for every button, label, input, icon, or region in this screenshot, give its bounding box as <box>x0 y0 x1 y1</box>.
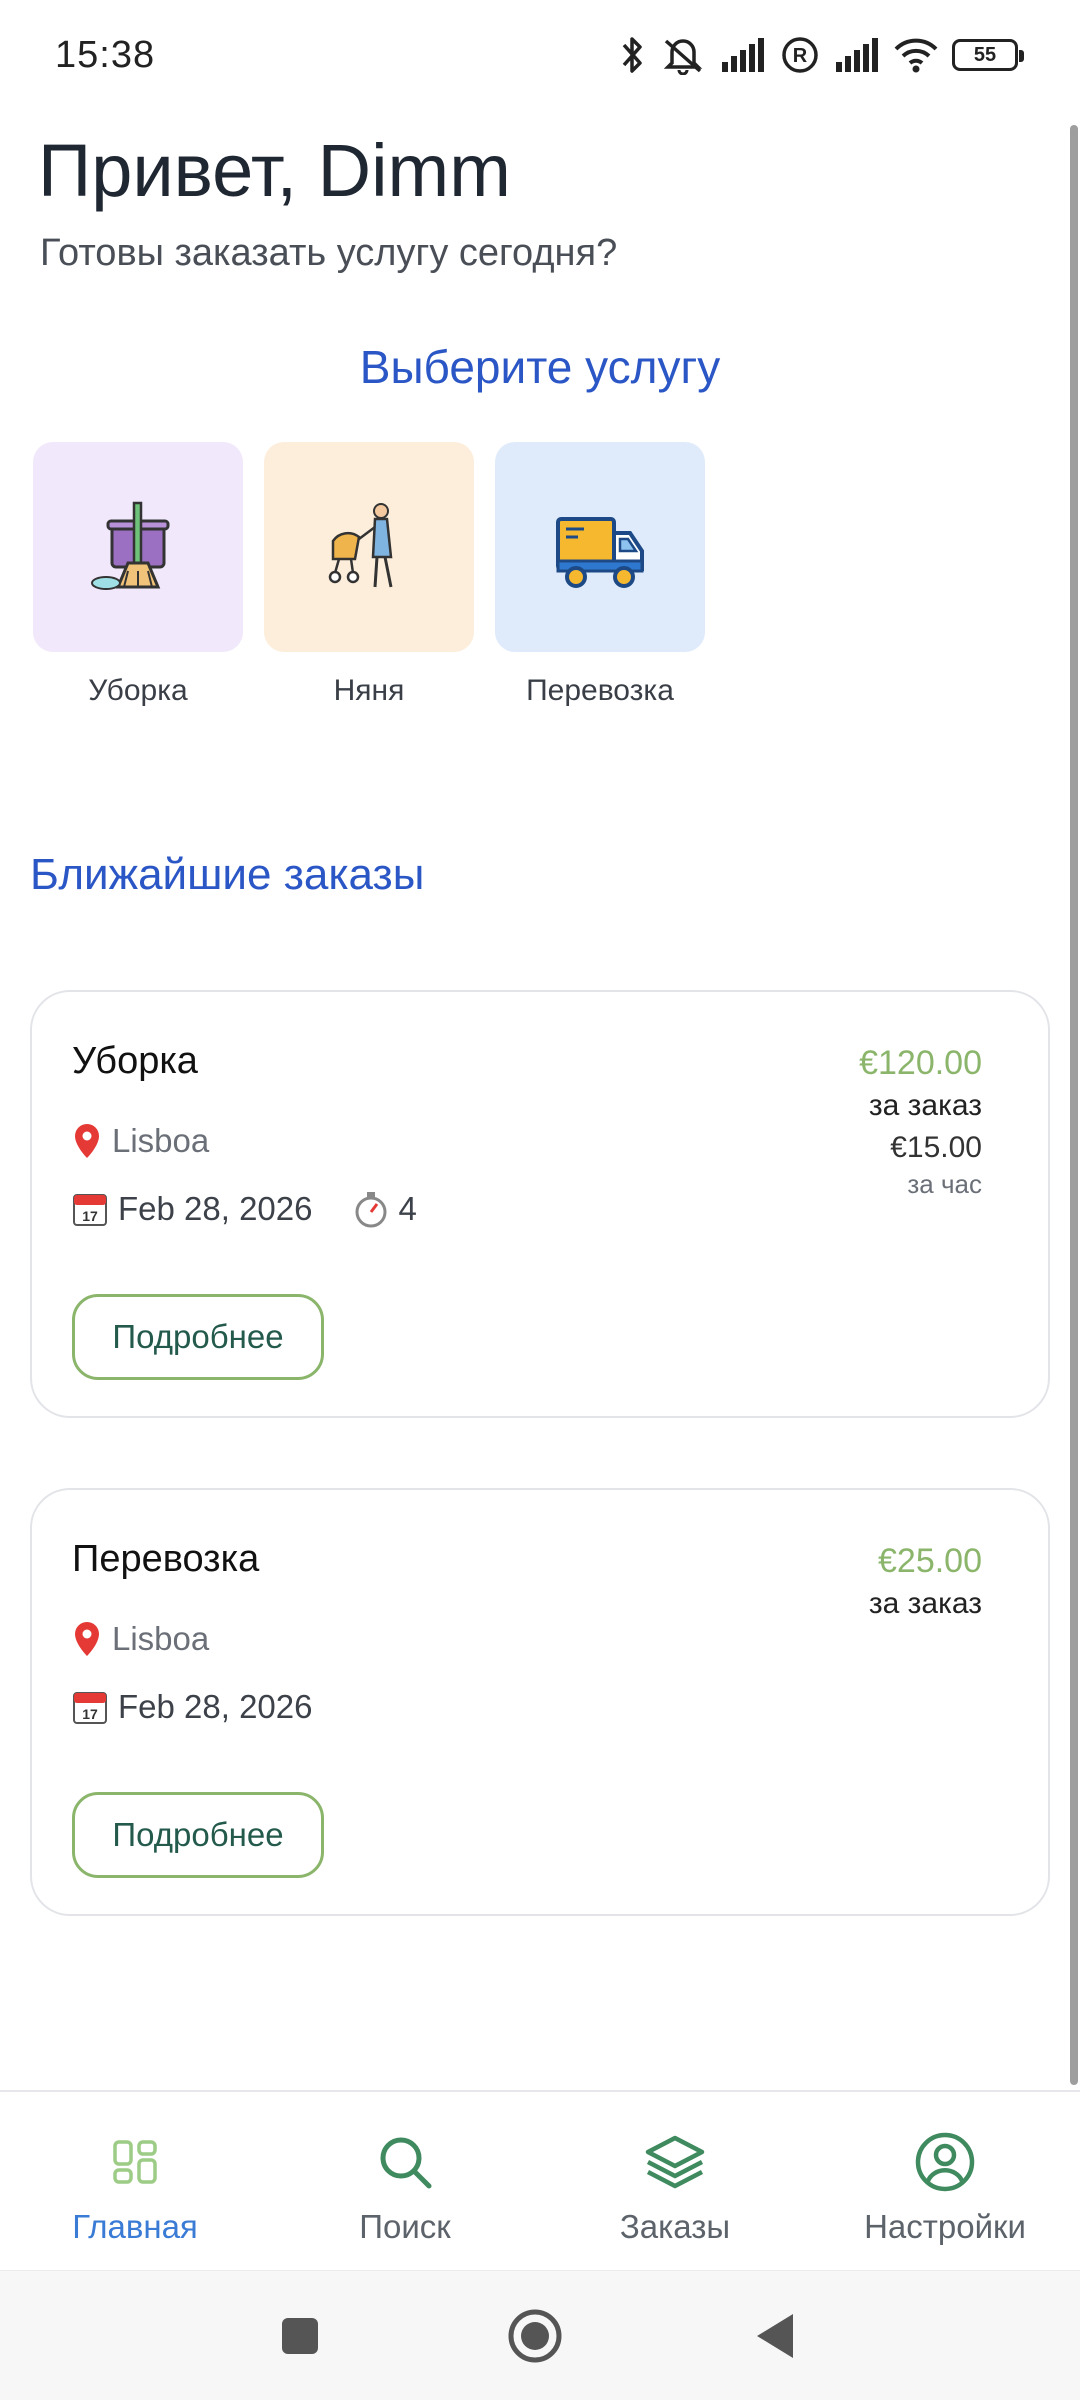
battery-level: 55 <box>973 43 997 66</box>
nanny-stroller-icon <box>328 503 393 588</box>
calendar-icon: 17 <box>73 1692 107 1724</box>
svg-text:17: 17 <box>82 1706 98 1722</box>
bottom-nav: Главная Поиск Заказы Настройки <box>0 2090 1080 2270</box>
order-price-label: за заказ <box>868 1089 982 1122</box>
grid-icon <box>113 2140 157 2184</box>
registered-icon: R <box>782 37 818 73</box>
nav-item-settings[interactable]: Настройки <box>810 2126 1080 2246</box>
circle-icon <box>508 2309 562 2363</box>
location-pin-icon <box>75 1124 99 1158</box>
order-hourly-label: за час <box>907 1169 982 1199</box>
order-date: Feb 28, 2026 <box>118 1190 313 1227</box>
order-price-block: €25.00 за заказ <box>869 1542 982 1621</box>
user-circle-icon <box>915 2132 975 2192</box>
battery-icon: 55 <box>952 39 1024 71</box>
orders-title: Ближайшие заказы <box>30 850 425 899</box>
wifi-icon <box>894 38 938 73</box>
order-price-label: за заказ <box>868 1587 982 1620</box>
service-tile[interactable] <box>495 442 705 652</box>
stopwatch-icon <box>355 1192 386 1228</box>
delivery-truck-icon <box>556 517 644 588</box>
location-pin-icon <box>75 1622 99 1656</box>
status-icons: R 55 <box>620 30 1024 80</box>
nav-label: Главная <box>72 2208 198 2245</box>
signal-icon <box>836 38 878 72</box>
search-icon <box>380 2137 432 2189</box>
status-bar: 15:38 R 55 <box>0 0 1080 110</box>
order-location-text: Lisboa <box>112 1122 210 1159</box>
layers-icon <box>645 2135 705 2189</box>
greeting-subtitle: Готовы заказать услугу сегодня? <box>40 232 618 274</box>
order-location: Lisboa <box>72 1122 209 1160</box>
service-tile[interactable] <box>264 442 474 652</box>
nav-item-home[interactable]: Главная <box>0 2126 270 2246</box>
order-date-row: 17 Feb 28, 2026 4 <box>72 1190 417 1228</box>
bell-off-icon <box>663 39 703 75</box>
signal-icon <box>722 38 764 72</box>
svg-text:R: R <box>793 45 808 67</box>
home-system-button[interactable] <box>505 2271 565 2400</box>
order-price: €120.00 <box>859 1044 982 1082</box>
details-button[interactable]: Подробнее <box>72 1294 324 1380</box>
order-location: Lisboa <box>72 1620 209 1658</box>
bluetooth-icon <box>622 37 642 73</box>
scrollbar[interactable] <box>1070 125 1078 2085</box>
svg-text:17: 17 <box>82 1208 98 1224</box>
order-title: Перевозка <box>72 1538 260 1580</box>
order-hours: 4 <box>398 1190 417 1227</box>
services-title: Выберите услугу <box>359 341 721 393</box>
order-title: Уборка <box>72 1040 198 1082</box>
recent-apps-button[interactable] <box>270 2271 330 2400</box>
greeting-title: Привет, Dimm <box>38 129 511 212</box>
order-hourly-price: €15.00 <box>890 1131 982 1164</box>
order-price-block: €120.00 за заказ €15.00 за час <box>859 1044 982 1200</box>
order-date-row: 17 Feb 28, 2026 <box>72 1688 313 1726</box>
triangle-back-icon <box>757 2314 793 2358</box>
nav-label: Заказы <box>619 2208 731 2245</box>
service-nanny[interactable]: Няня <box>264 442 474 708</box>
system-nav-bar <box>0 2270 1080 2400</box>
order-card[interactable]: Перевозка Lisboa 17 Feb 28, 2026 €25.00 … <box>30 1488 1050 1916</box>
status-time: 15:38 <box>55 34 156 76</box>
square-icon <box>282 2318 318 2354</box>
service-label: Няня <box>333 674 405 707</box>
order-location-text: Lisboa <box>112 1620 210 1657</box>
nav-label: Настройки <box>864 2208 1026 2245</box>
order-price: €25.00 <box>878 1542 982 1580</box>
service-moving[interactable]: Перевозка <box>495 442 705 708</box>
nav-item-orders[interactable]: Заказы <box>540 2126 810 2246</box>
back-button[interactable] <box>745 2271 805 2400</box>
service-label: Перевозка <box>526 674 674 707</box>
cleaning-bucket-icon <box>91 501 170 590</box>
service-cleaning[interactable]: Уборка <box>33 442 243 708</box>
nav-item-search[interactable]: Поиск <box>270 2126 540 2246</box>
calendar-icon: 17 <box>73 1194 107 1226</box>
service-tile[interactable] <box>33 442 243 652</box>
order-card[interactable]: Уборка Lisboa 17 Feb 28, 2026 4 €120.00 … <box>30 990 1050 1418</box>
service-label: Уборка <box>88 674 188 707</box>
nav-label: Поиск <box>359 2208 451 2245</box>
details-button[interactable]: Подробнее <box>72 1792 324 1878</box>
order-date: Feb 28, 2026 <box>118 1688 313 1725</box>
